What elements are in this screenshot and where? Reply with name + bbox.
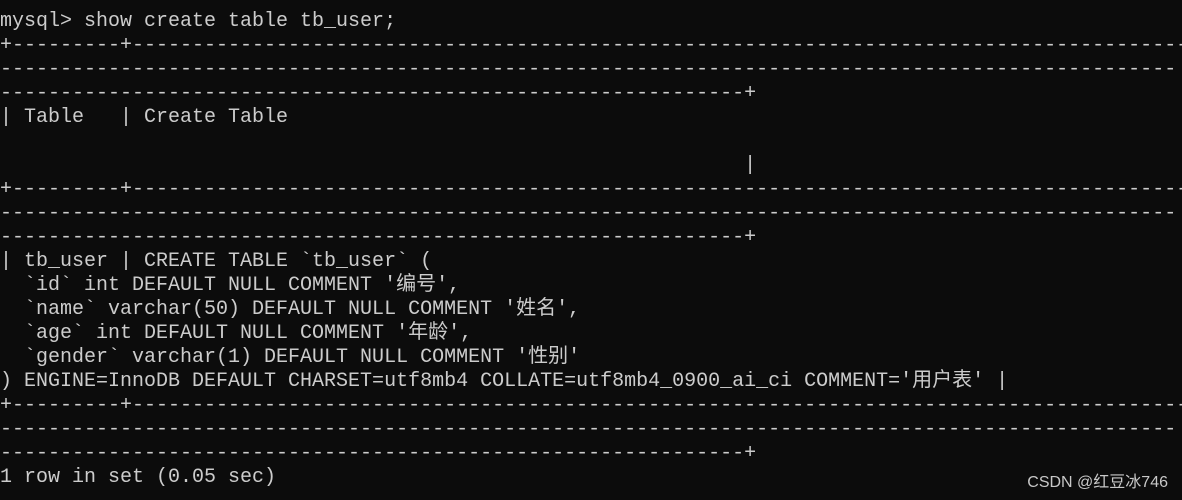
table-row-line: `gender` varchar(1) DEFAULT NULL COMMENT… — [0, 346, 581, 369]
table-row-line: | tb_user | CREATE TABLE `tb_user` ( — [0, 250, 433, 273]
result-summary-line: 1 row in set (0.05 sec) — [0, 466, 277, 489]
table-border-line: ----------------------------------------… — [0, 418, 1177, 441]
table-row-line: `name` varchar(50) DEFAULT NULL COMMENT … — [0, 298, 581, 321]
table-border-line: +---------+-----------------------------… — [0, 178, 1182, 201]
table-header-line-end: | — [0, 154, 757, 177]
table-row-line: `id` int DEFAULT NULL COMMENT '编号', — [0, 274, 461, 297]
table-row-line: `age` int DEFAULT NULL COMMENT '年龄', — [0, 322, 473, 345]
table-border-line: ----------------------------------------… — [0, 58, 1177, 81]
table-border-line: ----------------------------------------… — [0, 202, 1177, 225]
command-prompt-line: mysql> show create table tb_user; — [0, 10, 397, 33]
table-border-line: +---------+-----------------------------… — [0, 394, 1182, 417]
table-header-line: | Table | Create Table — [0, 106, 289, 129]
table-border-line: ----------------------------------------… — [0, 82, 757, 105]
table-border-line: ----------------------------------------… — [0, 226, 757, 249]
terminal-window[interactable]: mysql> show create table tb_user; +-----… — [0, 0, 1182, 500]
table-border-line: ----------------------------------------… — [0, 442, 757, 465]
table-border-line: +---------+-----------------------------… — [0, 34, 1182, 57]
watermark: CSDN @红豆冰746 — [1027, 474, 1168, 491]
table-row-line: ) ENGINE=InnoDB DEFAULT CHARSET=utf8mb4 … — [0, 370, 1009, 393]
